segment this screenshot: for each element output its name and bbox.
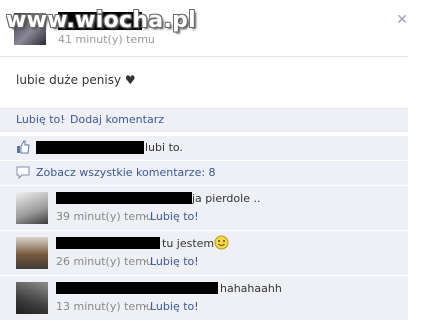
comment-avatar[interactable] xyxy=(16,237,48,269)
comment-text: tu jestem xyxy=(162,237,215,250)
view-all-comments-link[interactable]: Zobacz wszystkie komentarze: 8 xyxy=(36,166,216,179)
comment-author-redacted xyxy=(56,237,160,249)
comment-item: tu jestem 26 minut(y) temu · Lubię to! xyxy=(0,231,408,276)
thumbs-up-icon xyxy=(16,140,30,157)
comment-time[interactable]: 26 minut(y) temu xyxy=(56,255,153,268)
add-comment-button[interactable]: Dodaj komentarz xyxy=(70,113,164,126)
watermark: www.wiocha.pl xyxy=(6,8,196,33)
post-timestamp[interactable]: 41 minut(y) temu xyxy=(58,33,155,46)
view-all-comments-row[interactable]: Zobacz wszystkie komentarze: 8 xyxy=(0,161,408,186)
separator: · xyxy=(144,210,148,223)
comment-text: ja pierdole .. xyxy=(192,192,261,205)
comment-avatar[interactable] xyxy=(16,282,48,314)
comment-author-redacted xyxy=(56,282,218,294)
separator: · xyxy=(62,113,66,126)
comment-like-button[interactable]: Lubię to! xyxy=(150,255,199,268)
separator: · xyxy=(144,300,148,313)
comment-time[interactable]: 13 minut(y) temu xyxy=(56,300,153,313)
action-bar: Lubię to! · Dodaj komentarz xyxy=(0,108,408,132)
comment-like-button[interactable]: Lubię to! xyxy=(150,210,199,223)
comment-author-redacted xyxy=(56,192,192,204)
likes-text: lubi to. xyxy=(145,141,183,154)
comment-text: hahahaahh xyxy=(220,282,282,295)
like-button[interactable]: Lubię to! xyxy=(16,113,65,126)
comment-item: hahahaahh 13 minut(y) temu · Lubię to! xyxy=(0,276,408,321)
liker-names-redacted xyxy=(36,141,144,154)
close-icon[interactable]: ✕ xyxy=(396,12,408,28)
status-text: lubie duże penisy ♥ xyxy=(16,73,136,87)
smiley-icon xyxy=(214,235,229,253)
comment-avatar[interactable] xyxy=(16,192,48,224)
comment-item: ja pierdole .. 39 minut(y) temu · Lubię … xyxy=(0,186,408,231)
separator: · xyxy=(144,255,148,268)
comment-time[interactable]: 39 minut(y) temu xyxy=(56,210,153,223)
comment-bubble-icon xyxy=(16,166,30,182)
divider xyxy=(0,56,408,57)
likes-row: lubi to. xyxy=(0,136,408,161)
comment-like-button[interactable]: Lubię to! xyxy=(150,300,199,313)
